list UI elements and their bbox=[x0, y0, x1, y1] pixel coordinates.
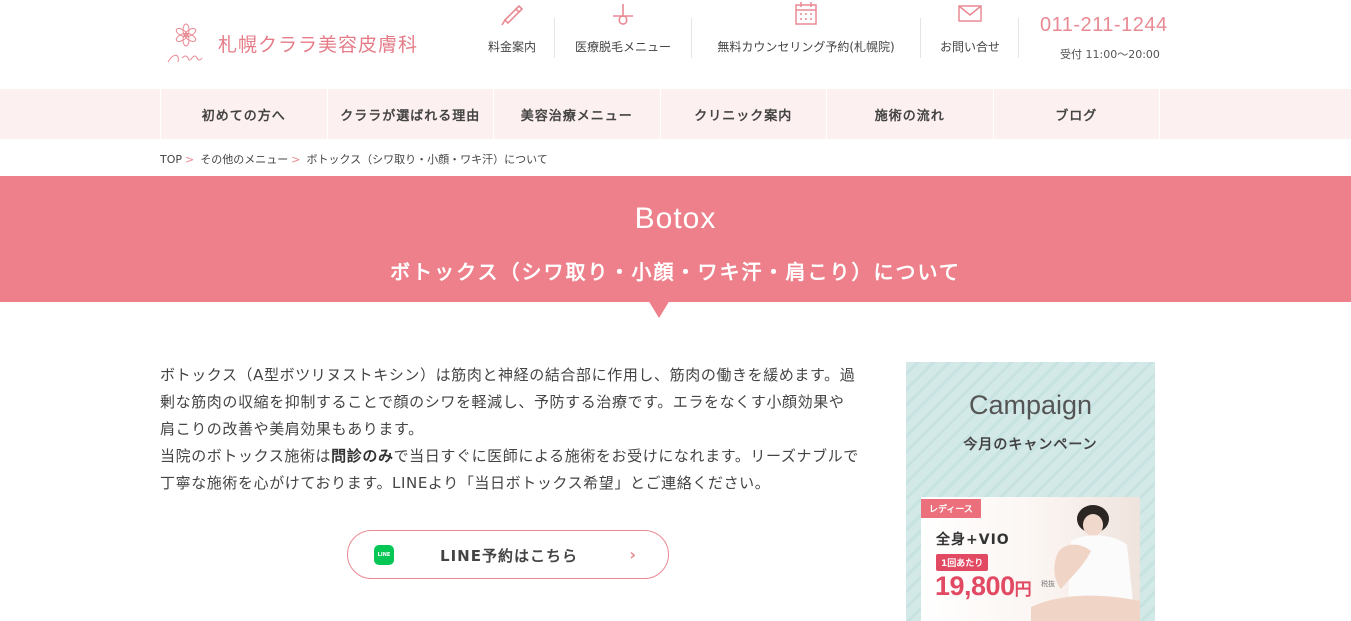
nav-hair-removal-label: 医療脱毛メニュー bbox=[574, 40, 671, 54]
intro-emphasis: 問診のみ bbox=[331, 447, 394, 465]
gnav-first-visit[interactable]: 初めての方へ bbox=[161, 89, 328, 139]
breadcrumb: TOP > その他のメニュー > ボトックス（シワ取り・小顔・ワキ汗）について bbox=[160, 151, 548, 167]
campaign-course: 全身+VIO bbox=[936, 532, 1010, 548]
model-photo bbox=[1031, 505, 1140, 621]
page-title: ボトックス（シワ取り・小顔・ワキ汗・肩こり）について bbox=[390, 260, 961, 284]
calendar-icon bbox=[795, 2, 817, 25]
phone-number[interactable]: 011-211-1244 bbox=[1040, 14, 1168, 37]
breadcrumb-separator: > bbox=[185, 152, 195, 166]
line-reservation-button[interactable]: LINE LINE予約はこちら › bbox=[347, 530, 669, 579]
header-divider bbox=[920, 18, 921, 58]
site-logo[interactable]: 札幌クララ美容皮膚科 bbox=[160, 18, 420, 68]
header-divider bbox=[1018, 18, 1019, 58]
campaign-title: 今月のキャンペーン bbox=[963, 437, 1098, 453]
intro-text-part: 当院のボトックス施術は bbox=[160, 447, 332, 465]
page-hero: Botox ボトックス（シワ取り・小顔・ワキ汗・肩こり）について bbox=[0, 176, 1351, 302]
mail-icon bbox=[958, 5, 982, 22]
global-nav: 初めての方へ クララが選ばれる理由 美容治療メニュー クリニック案内 施術の流れ… bbox=[0, 89, 1351, 139]
intro-paragraph-2: 当院のボトックス施術は問診のみで当日すぐに医師による施術をお受けになれます。リー… bbox=[160, 443, 860, 497]
nav-contact-label: お問い合せ bbox=[939, 40, 1000, 54]
campaign-price-value: 19,800 bbox=[935, 571, 1015, 601]
nav-contact[interactable]: お問い合せ bbox=[935, 0, 1005, 56]
chevron-right-icon: › bbox=[629, 545, 636, 564]
campaign-banner[interactable]: Campaign 今月のキャンペーン レディース 全身+VIO 1回あたり 19… bbox=[906, 362, 1155, 621]
campaign-title-en: Campaign bbox=[968, 390, 1093, 420]
flower-logo-icon bbox=[167, 23, 203, 63]
breadcrumb-separator: > bbox=[291, 152, 301, 166]
pen-icon bbox=[501, 4, 524, 26]
hero-pointer bbox=[648, 300, 670, 318]
business-hours: 受付 11:00〜20:00 bbox=[1060, 48, 1160, 61]
gnav-treatment-menu[interactable]: 美容治療メニュー bbox=[494, 89, 661, 139]
gnav-clinic-info[interactable]: クリニック案内 bbox=[661, 89, 827, 139]
header-divider bbox=[691, 18, 692, 58]
breadcrumb-current: ボトックス（シワ取り・小顔・ワキ汗）について bbox=[306, 153, 548, 166]
breadcrumb-other-menu[interactable]: その他のメニュー bbox=[200, 151, 288, 167]
nav-pricing-label: 料金案内 bbox=[487, 40, 536, 54]
line-reservation-label: LINE予約はこちら bbox=[440, 547, 578, 565]
site-header: 札幌クララ美容皮膚科 料金案内 医療脱毛メニュー 無料カウンセリング予約(札幌院… bbox=[0, 0, 1351, 89]
logo-text: 札幌クララ美容皮膚科 bbox=[218, 33, 419, 56]
campaign-tag: レディース bbox=[921, 499, 981, 518]
campaign-price-unit: 円 bbox=[1014, 580, 1032, 599]
campaign-per-session: 1回あたり bbox=[936, 554, 989, 571]
hair-removal-icon bbox=[613, 4, 633, 25]
intro-paragraph-1: ボトックス（A型ボツリヌストキシン）は筋肉と神経の結合部に作用し、筋肉の働きを緩… bbox=[160, 366, 856, 438]
nav-pricing[interactable]: 料金案内 bbox=[480, 0, 544, 56]
header-divider bbox=[554, 18, 555, 58]
campaign-tax-note: 税抜 bbox=[1041, 580, 1055, 588]
gnav-reasons[interactable]: クララが選ばれる理由 bbox=[328, 89, 494, 139]
campaign-price: 19,800円 bbox=[935, 571, 1032, 602]
intro-text: ボトックス（A型ボツリヌストキシン）は筋肉と神経の結合部に作用し、筋肉の働きを緩… bbox=[160, 362, 860, 497]
breadcrumb-top[interactable]: TOP bbox=[160, 153, 182, 166]
gnav-treatment-flow[interactable]: 施術の流れ bbox=[827, 89, 994, 139]
gnav-blog[interactable]: ブログ bbox=[994, 89, 1160, 139]
nav-counseling-reservation[interactable]: 無料カウンセリング予約(札幌院) bbox=[706, 0, 906, 56]
campaign-card[interactable]: レディース 全身+VIO 1回あたり 19,800円 税抜 bbox=[921, 497, 1140, 621]
page-title-en: Botox bbox=[634, 202, 717, 235]
nav-counseling-label: 無料カウンセリング予約(札幌院) bbox=[717, 40, 895, 54]
nav-hair-removal[interactable]: 医療脱毛メニュー bbox=[567, 0, 679, 56]
